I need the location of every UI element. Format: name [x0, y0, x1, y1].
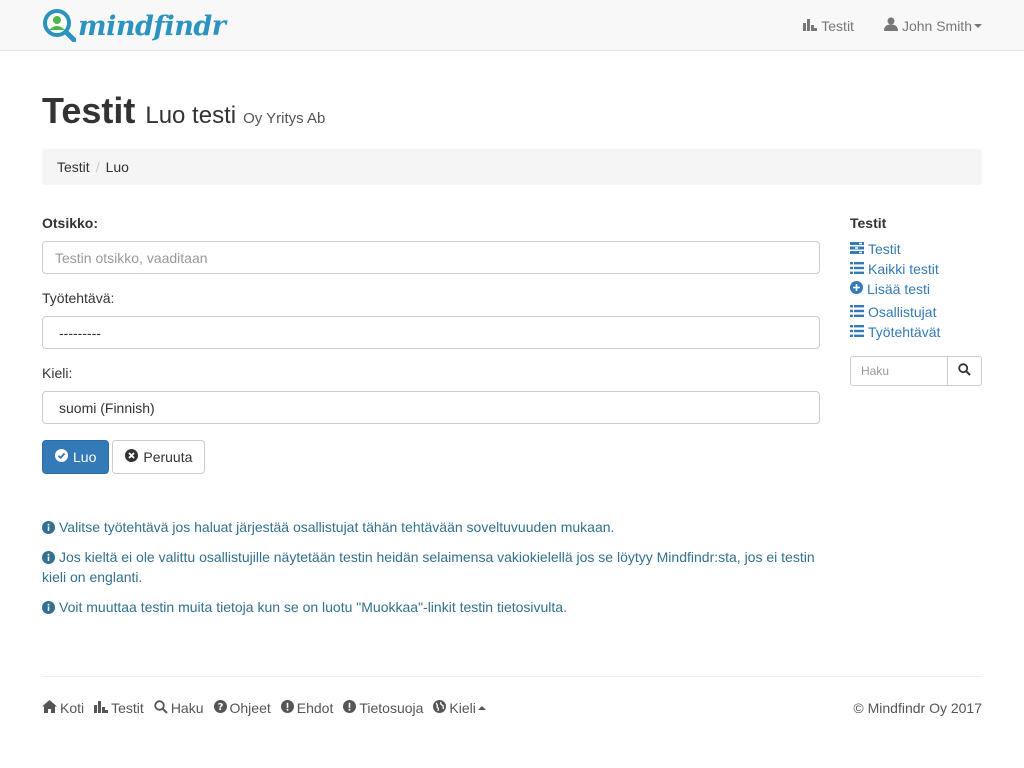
sidebar-title: Testit — [850, 215, 887, 231]
info-icon — [42, 519, 59, 535]
breadcrumb-tests[interactable]: Testit — [57, 159, 90, 175]
caret-down-icon — [974, 23, 982, 28]
breadcrumb: Testit / Luo — [42, 149, 982, 185]
help-note: Valitse työtehtävä jos haluat järjestää … — [42, 517, 832, 537]
footer-help-link[interactable]: ? Ohjeet — [213, 700, 271, 716]
breadcrumb-separator: / — [95, 159, 100, 175]
title-input[interactable]: Testin otsikko, vaaditaan — [42, 241, 820, 274]
user-name: John Smith — [901, 17, 972, 34]
page-subtitle: Luo testi — [145, 102, 237, 129]
cancel-button-label: Peruuta — [143, 449, 193, 465]
footer-divider — [42, 676, 982, 677]
create-button[interactable]: Luo — [42, 440, 110, 474]
home-icon — [42, 700, 60, 716]
help-note: Voit muuttaa testin muita tietoja kun se… — [42, 597, 832, 617]
footer-home-link[interactable]: Koti — [42, 700, 84, 716]
footer: Koti Testit Haku ? Ohjeet Ehdot Tietosuo… — [42, 698, 982, 718]
bar-chart-icon — [803, 18, 821, 34]
create-test-form: Otsikko: Testin otsikko, vaaditaan Työte… — [42, 215, 820, 474]
page-header: Testit Luo testi Oy Yritys Ab — [42, 90, 325, 132]
svg-text:?: ? — [217, 702, 223, 713]
company-name: Oy Yritys Ab — [243, 110, 326, 127]
breadcrumb-current: Luo — [105, 159, 129, 175]
footer-language-link[interactable]: Kieli — [433, 700, 486, 716]
nav-tests-link[interactable]: Testit — [803, 18, 854, 34]
title-label: Otsikko: — [42, 215, 99, 231]
sidebar-item-jobs[interactable]: Työtehtävät — [850, 322, 982, 342]
list-icon — [850, 261, 868, 277]
create-button-label: Luo — [73, 449, 97, 465]
language-label: Kieli: — [42, 365, 73, 381]
sidebar-item-add-test[interactable]: Lisää testi — [850, 279, 982, 299]
sidebar-item-participants[interactable]: Osallistujat — [850, 302, 982, 322]
nav-tests-label: Testit — [821, 17, 854, 34]
question-circle-icon: ? — [213, 700, 230, 716]
footer-privacy-link[interactable]: Tietosuoja — [343, 700, 423, 716]
info-icon — [42, 549, 59, 565]
globe-icon — [433, 700, 449, 716]
tasks-icon — [850, 241, 868, 257]
search-input[interactable]: Haku — [850, 356, 948, 386]
magnifier-person-icon — [42, 8, 77, 45]
sidebar-item-tests[interactable]: Testit — [850, 239, 982, 259]
language-select[interactable]: suomi (Finnish) — [42, 391, 820, 424]
caret-up-icon — [477, 706, 486, 710]
list-icon — [850, 304, 868, 320]
job-label: Työtehtävä: — [42, 290, 115, 306]
footer-tests-link[interactable]: Testit — [94, 700, 144, 716]
search-icon — [958, 363, 971, 379]
brand-logo[interactable]: mindfindr — [42, 8, 226, 45]
list-icon — [850, 324, 868, 340]
user-menu[interactable]: John Smith — [883, 17, 982, 34]
exclamation-circle-icon — [343, 700, 359, 716]
brand-name: mindfindr — [78, 10, 226, 42]
copyright: © Mindfindr Oy 2017 — [853, 700, 982, 716]
user-icon — [883, 17, 902, 34]
help-note: Jos kieltä ei ole valittu osallistujille… — [42, 549, 815, 585]
search-button[interactable] — [948, 356, 982, 386]
sidebar-item-all-tests[interactable]: Kaikki testit — [850, 259, 982, 279]
navbar: mindfindr Testit John Smith — [0, 0, 1024, 51]
job-select[interactable]: --------- — [42, 316, 820, 349]
footer-search-link[interactable]: Haku — [154, 699, 204, 717]
sidebar-search: Haku — [850, 356, 982, 386]
plus-circle-icon — [850, 281, 867, 297]
footer-terms-link[interactable]: Ehdot — [280, 700, 333, 716]
info-icon — [42, 599, 59, 615]
remove-circle-icon — [125, 449, 143, 465]
page-title: Testit — [42, 90, 136, 131]
search-icon — [154, 699, 171, 717]
sidebar: Testit Testit Kaikki testit Lisää testi … — [850, 215, 982, 386]
help-notes: Valitse työtehtävä jos haluat järjestää … — [42, 517, 832, 627]
exclamation-circle-icon — [280, 700, 297, 716]
check-circle-icon — [55, 449, 73, 465]
bar-chart-icon — [94, 700, 111, 716]
cancel-button[interactable]: Peruuta — [112, 440, 206, 474]
